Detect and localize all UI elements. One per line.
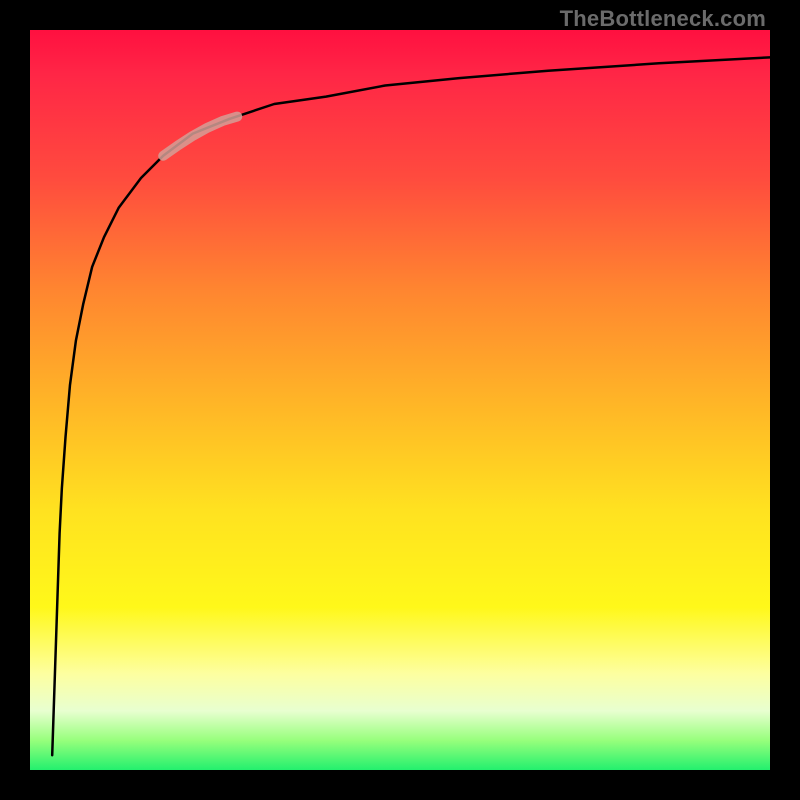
highlight-segment [163,117,237,156]
plot-area [30,30,770,770]
main-curve [52,57,770,755]
watermark: TheBottleneck.com [560,6,766,32]
curve-svg [30,30,770,770]
